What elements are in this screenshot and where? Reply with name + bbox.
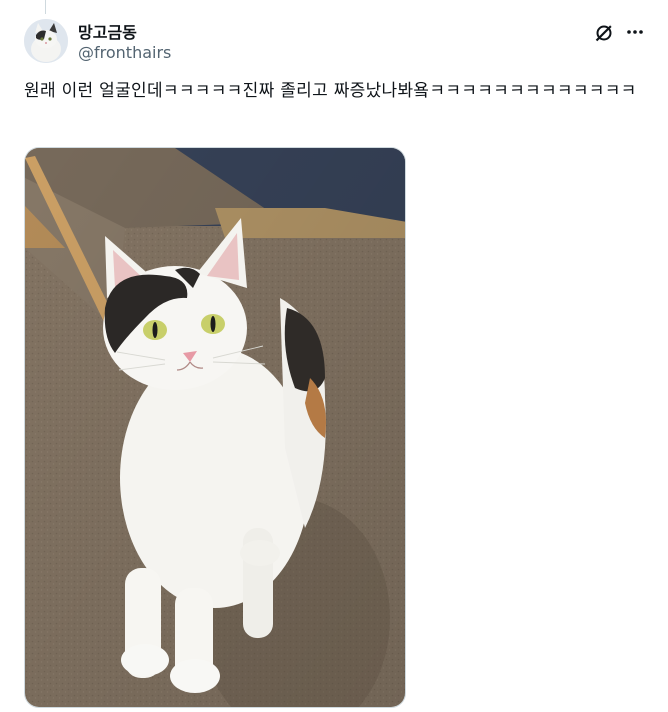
more-dots-icon [627,30,643,34]
cat-photo-image [25,148,405,707]
thread-connector-line [45,0,46,14]
tweet-text: 원래 이런 얼굴인데ㅋㅋㅋㅋㅋ진짜 졸리고 짜증났나봐욬ㅋㅋㅋㅋㅋㅋㅋㅋㅋㅋㅋㅋ… [24,81,637,101]
more-options-button[interactable] [622,20,648,44]
avatar[interactable] [24,19,68,63]
tweet-photo[interactable] [24,147,406,708]
author-display-name[interactable]: 망고금동 [78,19,137,43]
cat-avatar-icon [24,19,68,63]
grok-icon [595,24,613,42]
grok-button[interactable] [591,20,617,46]
author-handle[interactable]: @fronthairs [78,43,171,62]
